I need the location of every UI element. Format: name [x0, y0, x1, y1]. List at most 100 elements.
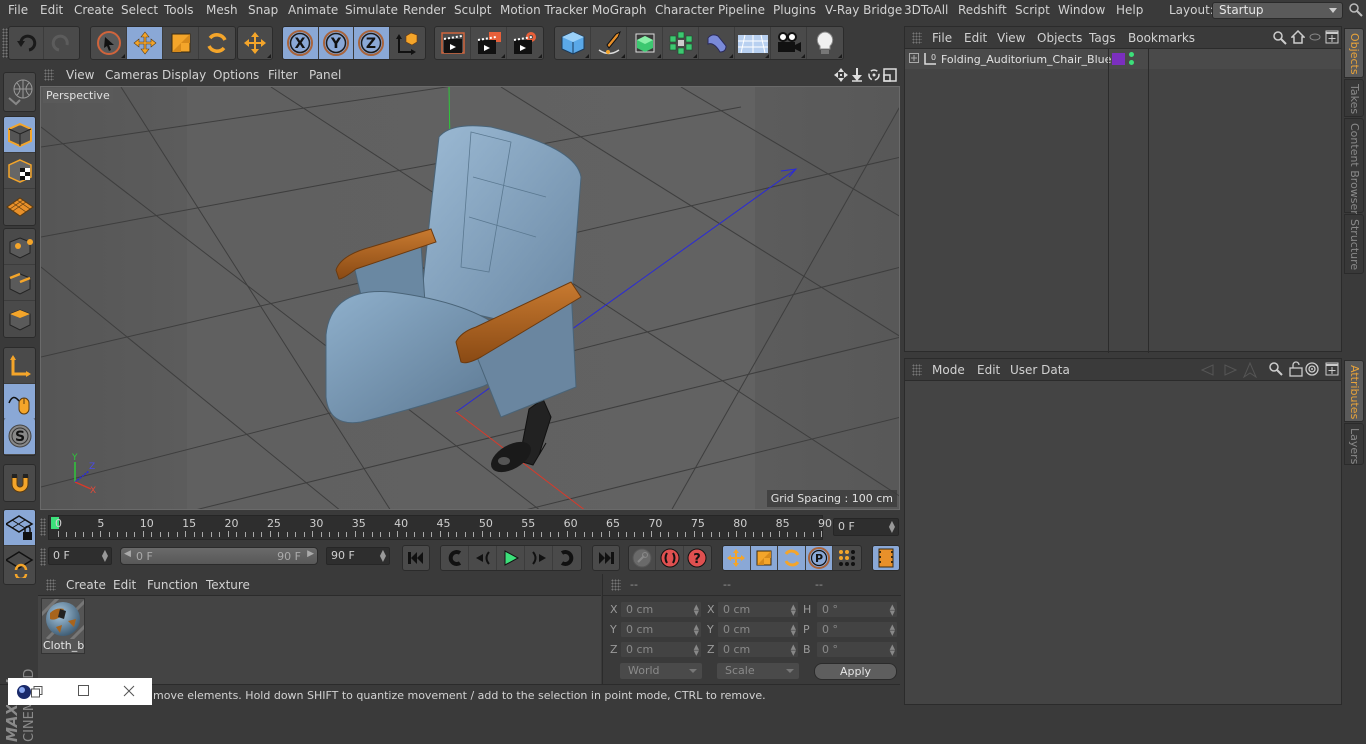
menu-mograph[interactable]: MoGraph: [592, 3, 647, 17]
model-mode-button[interactable]: [4, 117, 35, 153]
recent-tool-button[interactable]: [238, 27, 272, 59]
scale-key-toggle[interactable]: [750, 546, 779, 570]
material-menu-edit[interactable]: Edit: [113, 578, 136, 592]
coordinate-space-dropdown[interactable]: World: [620, 663, 702, 679]
material-menu-create[interactable]: Create: [66, 578, 106, 592]
viewport-menu-display[interactable]: Display: [162, 68, 206, 82]
menu-mesh[interactable]: Mesh: [206, 3, 238, 17]
menu-3dtoall[interactable]: 3DToAll: [904, 3, 948, 17]
objects-menu-file[interactable]: File: [932, 31, 952, 45]
search-icon[interactable]: [1349, 3, 1363, 17]
menu-script[interactable]: Script: [1015, 3, 1050, 17]
polygons-mode-button[interactable]: [4, 301, 35, 337]
record-active-objects-button[interactable]: [656, 546, 684, 570]
lock-workplane-button[interactable]: [4, 510, 35, 546]
unlock-icon[interactable]: [1289, 361, 1303, 377]
render-view-button[interactable]: [435, 27, 471, 59]
menu-help[interactable]: Help: [1116, 3, 1143, 17]
pen-spline-button[interactable]: [591, 27, 627, 59]
menu-character[interactable]: Character: [655, 3, 714, 17]
make-editable-button[interactable]: [4, 73, 35, 111]
objects-menu-bookmarks[interactable]: Bookmarks: [1128, 31, 1195, 45]
size-mode-dropdown[interactable]: Scale: [717, 663, 799, 679]
x-axis-toggle[interactable]: X: [283, 27, 319, 59]
enable-axis-button[interactable]: [4, 348, 35, 384]
floor-button[interactable]: [735, 27, 771, 59]
viewport-grip[interactable]: [44, 69, 54, 81]
menu-vray-bridge[interactable]: V-Ray Bridge: [825, 3, 902, 17]
maximize-window-icon[interactable]: [78, 685, 90, 697]
navigate-up-icon[interactable]: [1243, 362, 1257, 378]
point-level-key-toggle[interactable]: [833, 546, 861, 570]
solo-button[interactable]: S: [4, 418, 35, 454]
tab-content-browser[interactable]: Content Browser: [1344, 118, 1364, 215]
autokeying-button[interactable]: ?: [684, 546, 711, 570]
coordinate-system-button[interactable]: [390, 27, 425, 59]
timeline-window-button[interactable]: [873, 546, 899, 570]
position-y-field[interactable]: 0 cm ▲ ▼: [620, 621, 702, 638]
menu-file[interactable]: File: [8, 3, 28, 17]
bend-deformer-button[interactable]: [699, 27, 735, 59]
timeline-grip[interactable]: [40, 518, 46, 536]
tab-structure[interactable]: Structure: [1344, 214, 1364, 274]
viewport-menu-panel[interactable]: Panel: [309, 68, 341, 82]
end-frame-field[interactable]: 90 F ▲ ▼: [326, 547, 390, 565]
column-divider[interactable]: [1108, 49, 1109, 353]
texture-mode-button[interactable]: [4, 153, 35, 189]
viewport-pan-icon[interactable]: [834, 68, 848, 82]
viewport-menu-options[interactable]: Options: [213, 68, 259, 82]
viewport-maximize-icon[interactable]: [883, 68, 897, 82]
viewport-menu-cameras[interactable]: Cameras: [105, 68, 158, 82]
column-divider[interactable]: [1148, 49, 1149, 353]
menu-pipeline[interactable]: Pipeline: [718, 3, 765, 17]
range-right-arrow-icon[interactable]: ▶: [307, 549, 314, 559]
align-workplane-button[interactable]: [4, 546, 35, 582]
new-panel-icon[interactable]: [1325, 362, 1339, 376]
tab-attributes[interactable]: Attributes: [1344, 360, 1364, 422]
material-menu-texture[interactable]: Texture: [206, 578, 250, 592]
menu-animate[interactable]: Animate: [288, 3, 338, 17]
redo-button[interactable]: [44, 27, 79, 59]
3d-viewport[interactable]: Y Z X Perspective Grid Spacing : 100 cm: [40, 86, 900, 510]
rotation-key-toggle[interactable]: [778, 546, 806, 570]
start-frame-field[interactable]: 0 F ▲ ▼: [48, 547, 112, 565]
cloner-button[interactable]: [663, 27, 699, 59]
workplane-mode-button[interactable]: [4, 189, 35, 225]
menu-tools[interactable]: Tools: [164, 3, 194, 17]
material-grip[interactable]: [46, 579, 56, 591]
objects-menu-edit[interactable]: Edit: [964, 31, 987, 45]
viewport-menu-view[interactable]: View: [66, 68, 94, 82]
cube-button[interactable]: [555, 27, 591, 59]
menu-render[interactable]: Render: [403, 3, 446, 17]
objects-menu-view[interactable]: View: [997, 31, 1025, 45]
viewport-rotate-icon[interactable]: [867, 68, 881, 82]
range-left-arrow-icon[interactable]: ◀: [124, 549, 131, 559]
restore-window-icon[interactable]: [31, 686, 43, 698]
play-button[interactable]: [497, 546, 525, 570]
menu-motion-tracker[interactable]: Motion Tracker: [500, 3, 588, 17]
z-axis-toggle[interactable]: Z: [354, 27, 390, 59]
rotation-h-field[interactable]: 0 ° ▲ ▼: [816, 601, 898, 618]
coordinates-grip[interactable]: [611, 579, 621, 591]
edges-mode-button[interactable]: [4, 265, 35, 301]
go-to-start-button[interactable]: [403, 546, 429, 570]
attributes-menu-edit[interactable]: Edit: [977, 363, 1000, 377]
timeline-ruler[interactable]: 0 5 10 15 20 25 30 35 40 45 50 55 60 65 70 75 80 85 90: [48, 515, 832, 540]
attributes-menu-user-data[interactable]: User Data: [1010, 363, 1070, 377]
size-z-field[interactable]: 0 cm ▲ ▼: [717, 641, 799, 658]
live-selection-button[interactable]: [91, 27, 127, 59]
menu-plugins[interactable]: Plugins: [773, 3, 816, 17]
tweak-mode-button[interactable]: [4, 384, 35, 420]
viewport-menu-filter[interactable]: Filter: [268, 68, 298, 82]
material-menu-function[interactable]: Function: [147, 578, 198, 592]
attribute-manager-grip[interactable]: [912, 364, 922, 376]
editor-visibility-dot[interactable]: [1129, 52, 1134, 57]
filter-icon[interactable]: [1309, 32, 1321, 42]
tab-objects[interactable]: Objects: [1344, 28, 1364, 78]
search-icon[interactable]: [1273, 31, 1287, 45]
tab-layers[interactable]: Layers: [1344, 423, 1364, 465]
rotate-tool-button[interactable]: [199, 27, 235, 59]
render-visibility-dot[interactable]: [1129, 60, 1134, 65]
position-key-toggle[interactable]: [723, 546, 751, 570]
object-name[interactable]: Folding_Auditorium_Chair_Blue: [941, 53, 1111, 66]
